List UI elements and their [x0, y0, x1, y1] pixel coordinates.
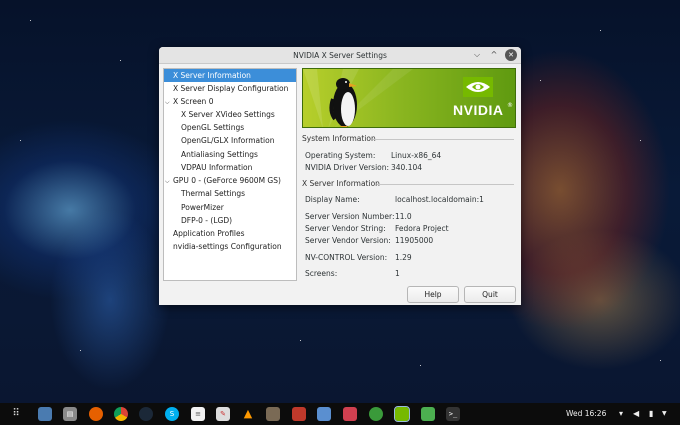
os-label: Operating System: — [305, 151, 376, 160]
files-icon[interactable]: ▤ — [63, 407, 77, 421]
tree-item-label: X Server Information — [173, 71, 251, 80]
star — [640, 140, 641, 141]
vendor-version-value: 11905000 — [395, 236, 434, 245]
tree-item-opengl-settings[interactable]: OpenGL Settings — [164, 121, 296, 134]
star — [30, 20, 31, 21]
tree-item-x-screen-0[interactable]: ⌵ X Screen 0 — [164, 95, 296, 108]
tree-item-application-profiles[interactable]: Application Profiles — [164, 227, 296, 240]
tree-item-label: VDPAU Information — [181, 163, 253, 172]
vendor-string-label: Server Vendor String: — [305, 224, 386, 233]
tree-item-label: GPU 0 - (GeForce 9600M GS) — [173, 176, 281, 185]
nv-control-version-value: 1.29 — [395, 253, 412, 262]
quit-button[interactable]: Quit — [464, 286, 516, 303]
os-value: Linux-x86_64 — [391, 151, 442, 160]
tree-item-antialiasing-settings[interactable]: Antialiasing Settings — [164, 148, 296, 161]
document-icon[interactable]: ≡ — [191, 407, 205, 421]
chrome-icon[interactable] — [114, 407, 128, 421]
tree-item-label: PowerMizer — [181, 203, 224, 212]
nv-control-version-label: NV-CONTROL Version: — [305, 253, 388, 262]
trademark-mark: ® — [507, 102, 513, 109]
help-button[interactable]: Help — [407, 286, 459, 303]
vlc-icon[interactable]: ▲ — [241, 407, 255, 421]
star — [80, 350, 81, 351]
star — [540, 80, 541, 81]
apps-grid-icon[interactable]: ⠿ — [9, 407, 23, 421]
desktop-icon[interactable] — [38, 407, 52, 421]
minimize-button[interactable]: ⌵ — [471, 49, 483, 61]
tree-item-label: X Server Display Configuration — [173, 84, 289, 93]
network-icon[interactable] — [343, 407, 357, 421]
tree-item-powermizer[interactable]: PowerMizer — [164, 201, 296, 214]
navigation-tree: X Server Information X Server Display Co… — [163, 68, 297, 281]
star — [20, 140, 21, 141]
nvidia-banner: NVIDIA ® — [302, 68, 516, 128]
window-titlebar[interactable]: NVIDIA X Server Settings ⌵ ^ ✕ — [159, 47, 521, 64]
maximize-button[interactable]: ^ — [488, 49, 500, 61]
display-name-label: Display Name: — [305, 195, 360, 204]
steam-icon[interactable] — [139, 407, 153, 421]
volume-icon[interactable]: ◀ — [633, 403, 639, 425]
tree-item-nvidia-settings-configuration[interactable]: nvidia-settings Configuration — [164, 240, 296, 253]
star — [120, 60, 121, 61]
screens-label: Screens: — [305, 269, 338, 278]
star — [420, 365, 421, 366]
battery-icon[interactable]: ▮ — [649, 403, 653, 425]
star — [660, 360, 661, 361]
screens-value: 1 — [395, 269, 400, 278]
taskbar-clock[interactable]: Wed 16:26 — [566, 403, 606, 425]
tree-item-xvideo-settings[interactable]: X Server XVideo Settings — [164, 108, 296, 121]
nvidia-settings-window: NVIDIA X Server Settings ⌵ ^ ✕ X Server … — [159, 47, 521, 305]
driver-version-label: NVIDIA Driver Version: — [305, 163, 390, 172]
nvidia-icon[interactable] — [394, 406, 410, 422]
nvidia-wordmark: NVIDIA — [453, 102, 504, 118]
x-server-information-heading: X Server Information — [302, 179, 380, 188]
store-icon[interactable] — [317, 407, 331, 421]
section-separator — [377, 184, 514, 185]
slack-icon[interactable] — [292, 407, 306, 421]
utility-icon[interactable] — [369, 407, 383, 421]
tree-item-dfp-0[interactable]: DFP-0 - (LGD) — [164, 214, 296, 227]
gimp-icon[interactable] — [266, 407, 280, 421]
tree-item-label: OpenGL Settings — [181, 123, 245, 132]
editor-icon[interactable]: ✎ — [216, 407, 230, 421]
star — [300, 340, 301, 341]
tree-item-label: DFP-0 - (LGD) — [181, 216, 233, 225]
close-button[interactable]: ✕ — [505, 49, 517, 61]
firefox-icon[interactable] — [89, 407, 103, 421]
taskbar: ⠿ ▤ S ≡ ✎ ▲ >_ Wed 16:26 ▾ ◀ ▮ ▼ — [0, 403, 680, 425]
tree-item-label: X Server XVideo Settings — [181, 110, 275, 119]
tree-item-label: Antialiasing Settings — [181, 150, 258, 159]
folder-icon[interactable] — [421, 407, 435, 421]
window-title: NVIDIA X Server Settings — [293, 51, 387, 60]
server-version-label: Server Version Number: — [305, 212, 395, 221]
tree-item-thermal-settings[interactable]: Thermal Settings — [164, 187, 296, 200]
tree-item-x-server-display-configuration[interactable]: X Server Display Configuration — [164, 82, 296, 95]
tree-item-label: nvidia-settings Configuration — [173, 242, 282, 251]
skype-icon[interactable]: S — [165, 407, 179, 421]
vendor-version-label: Server Vendor Version: — [305, 236, 391, 245]
system-information-heading: System Information — [302, 134, 376, 143]
driver-version-value: 340.104 — [391, 163, 423, 172]
star — [600, 30, 601, 31]
tree-item-vdpau-information[interactable]: VDPAU Information — [164, 161, 296, 174]
wifi-icon[interactable]: ▾ — [619, 403, 623, 425]
tree-item-label: Thermal Settings — [181, 189, 246, 198]
terminal-icon[interactable]: >_ — [446, 407, 460, 421]
section-separator — [373, 139, 514, 140]
server-version-value: 11.0 — [395, 212, 412, 221]
tree-item-opengl-glx-information[interactable]: OpenGL/GLX Information — [164, 134, 296, 147]
penguin-banner-image — [303, 69, 493, 127]
tree-item-x-server-information[interactable]: X Server Information — [164, 69, 296, 82]
tree-item-label: X Screen 0 — [173, 97, 214, 106]
tree-item-label: OpenGL/GLX Information — [181, 136, 275, 145]
tree-item-label: Application Profiles — [173, 229, 245, 238]
tree-item-gpu-0[interactable]: ⌵ GPU 0 - (GeForce 9600M GS) — [164, 174, 296, 187]
vendor-string-value: Fedora Project — [395, 224, 449, 233]
system-menu-chevron-icon[interactable]: ▼ — [662, 403, 667, 425]
display-name-value: localhost.localdomain:1 — [395, 195, 484, 204]
